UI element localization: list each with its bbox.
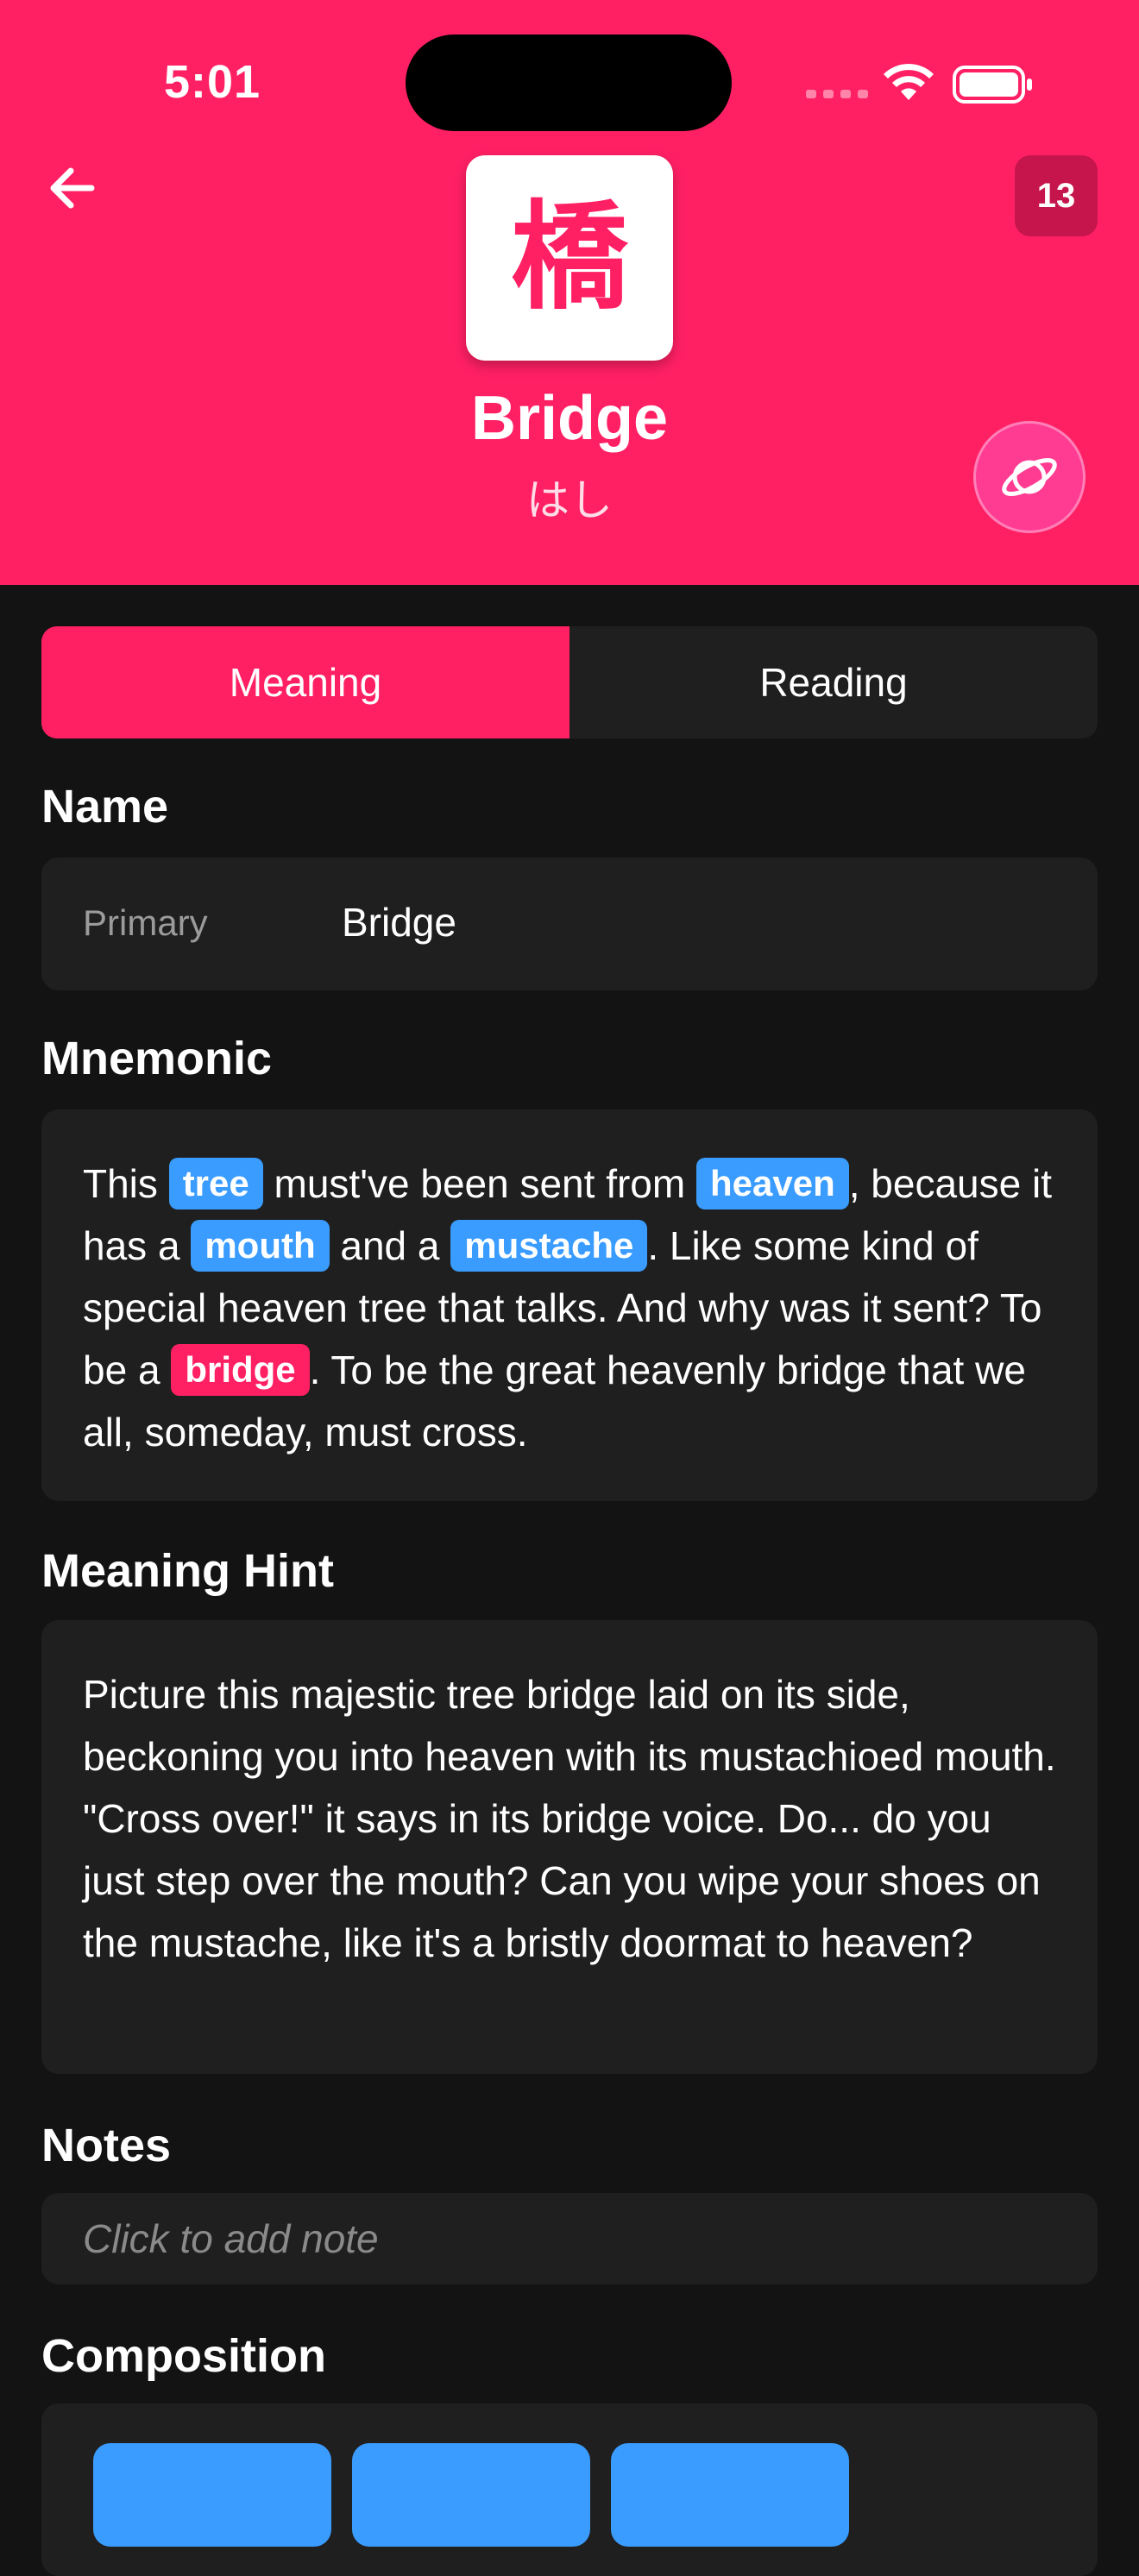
kanji-reading: はし (526, 475, 613, 525)
radical-chip[interactable]: mouth (191, 1220, 330, 1272)
mnemonic-text: This tree must've been sent from heaven,… (41, 1109, 1098, 1463)
composition-section-title: Composition (41, 2330, 326, 2382)
kanji-meaning-title: Bridge (470, 384, 669, 453)
battery-icon (953, 66, 1032, 104)
kanji-chip[interactable]: bridge (171, 1344, 310, 1396)
name-key-label: Primary (83, 902, 208, 943)
mnemonic-text-segment: This (83, 1161, 169, 1206)
composition-radical-chip[interactable] (611, 2443, 849, 2547)
kanji-header: 5:01 13 橋 Bridge はし (0, 0, 1139, 585)
tab-reading[interactable]: Reading (570, 626, 1098, 738)
meaning-hint-card: Picture this majestic tree bridge laid o… (41, 1620, 1098, 2074)
radical-chip[interactable]: tree (168, 1158, 263, 1209)
level-badge: 13 (1015, 155, 1098, 236)
composition-radical-chip[interactable] (352, 2443, 590, 2547)
status-time: 5:01 (164, 56, 261, 108)
add-note-field[interactable]: Click to add note (41, 2193, 1098, 2284)
meaning-hint-section-title: Meaning Hint (41, 1545, 334, 1597)
meaning-hint-text: Picture this majestic tree bridge laid o… (83, 1672, 1056, 1965)
kanji-character-tile: 橋 (466, 155, 673, 361)
radical-chip[interactable]: mustache (450, 1220, 648, 1272)
name-value: Bridge (342, 900, 456, 945)
mnemonic-text-segment: and a (329, 1223, 451, 1268)
composition-radical-chip[interactable] (93, 2443, 331, 2547)
mnemonic-text-segment: must've been sent from (262, 1161, 696, 1206)
mnemonic-card: This tree must've been sent from heaven,… (41, 1109, 1098, 1501)
name-section-title: Name (41, 781, 169, 832)
cellular-signal-icon (806, 90, 868, 98)
back-arrow-icon[interactable] (45, 162, 102, 214)
notes-section-title: Notes (41, 2120, 172, 2171)
wifi-icon (884, 63, 934, 100)
tab-meaning[interactable]: Meaning (41, 626, 570, 738)
name-card: Primary Bridge (41, 858, 1098, 990)
radical-chip[interactable]: heaven (695, 1158, 849, 1209)
composition-card (41, 2403, 1098, 2576)
planet-button[interactable] (973, 421, 1086, 533)
meaning-reading-tabs: Meaning Reading (41, 626, 1098, 738)
dynamic-island (406, 35, 732, 131)
planet-icon (1002, 458, 1057, 496)
mnemonic-section-title: Mnemonic (41, 1033, 273, 1084)
